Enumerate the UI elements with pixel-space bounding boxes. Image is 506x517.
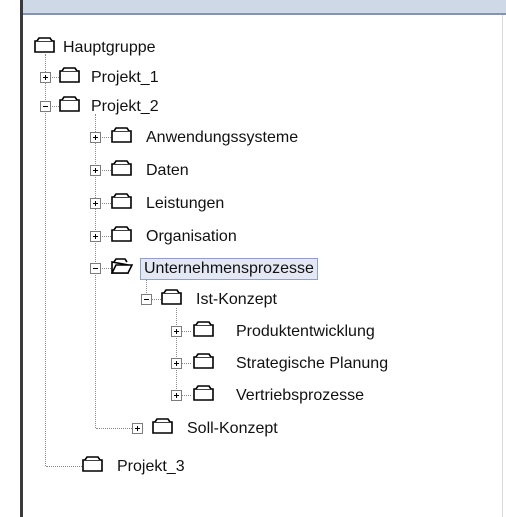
folder-closed-icon <box>59 96 80 112</box>
folder-closed-icon <box>193 385 214 401</box>
expand-plus-icon[interactable] <box>171 390 182 401</box>
folder-closed-icon <box>193 321 214 337</box>
folder-closed-icon <box>152 418 173 434</box>
tree-node-label: Projekt_3 <box>117 458 185 475</box>
expand-plus-icon[interactable] <box>132 423 143 434</box>
expand-plus-icon[interactable] <box>171 358 182 369</box>
folder-closed-icon <box>193 353 214 369</box>
expand-plus-icon[interactable] <box>90 198 101 209</box>
tree-node-label: Organisation <box>146 228 237 245</box>
tree-node-label: Ist-Konzept <box>196 291 277 308</box>
tree-line <box>176 308 177 395</box>
tree-node-strategische-planung[interactable]: Strategische Planung <box>193 348 483 378</box>
tree-node-label: Projekt_2 <box>91 98 159 115</box>
folder-closed-icon <box>111 226 132 242</box>
expand-plus-icon[interactable] <box>40 72 51 83</box>
expand-plus-icon[interactable] <box>90 165 101 176</box>
tree-node-organisation[interactable]: Organisation <box>111 221 311 251</box>
tree-node-label: Vertriebsprozesse <box>236 387 365 404</box>
collapse-minus-icon[interactable] <box>40 101 51 112</box>
tree-node-unternehmensprozesse[interactable]: Unternehmensprozesse <box>111 253 411 283</box>
tree-node-label: Anwendungssysteme <box>146 129 299 146</box>
expand-plus-icon[interactable] <box>90 231 101 242</box>
tree-node-produktentwicklung[interactable]: Produktentwicklung <box>193 316 473 346</box>
tree-node-label: Projekt_1 <box>91 69 159 86</box>
tree-node-label: Leistungen <box>146 195 225 212</box>
folder-closed-icon <box>111 160 132 176</box>
tree-line <box>96 428 132 429</box>
tree-node-projekt-2[interactable]: Projekt_2 <box>59 91 259 121</box>
folder-closed-icon <box>34 37 55 53</box>
folder-open-icon <box>111 258 133 274</box>
folder-closed-icon <box>161 289 182 305</box>
tree-node-label-selected: Unternehmensprozesse <box>140 258 318 280</box>
collapse-minus-icon[interactable] <box>141 294 152 305</box>
tree-node-vertriebsprozesse[interactable]: Vertriebsprozesse <box>193 380 473 410</box>
folder-closed-icon <box>82 456 103 472</box>
expand-plus-icon[interactable] <box>90 132 101 143</box>
folder-closed-icon <box>111 193 132 209</box>
tree-node-label: Hauptgruppe <box>63 39 156 56</box>
tree-line <box>46 466 82 467</box>
tree-node-ist-konzept[interactable]: Ist-Konzept <box>161 284 361 314</box>
tree-node-anwendungssysteme[interactable]: Anwendungssysteme <box>111 122 391 152</box>
tree-node-label: Produktentwicklung <box>236 323 375 340</box>
tree-node-label: Soll-Konzept <box>187 420 278 437</box>
tree-node-label: Daten <box>146 162 189 179</box>
tree-node-label: Strategische Planung <box>236 355 389 372</box>
tree-node-hauptgruppe[interactable]: Hauptgruppe <box>34 32 284 62</box>
tree-line <box>45 54 46 466</box>
tree-node-daten[interactable]: Daten <box>111 155 311 185</box>
tree-view: Hauptgruppe Projekt_1 Projekt_2 Anwendun… <box>0 0 506 517</box>
tree-node-leistungen[interactable]: Leistungen <box>111 188 311 218</box>
folder-closed-icon <box>59 67 80 83</box>
folder-closed-icon <box>111 127 132 143</box>
tree-node-soll-konzept[interactable]: Soll-Konzept <box>152 413 372 443</box>
expand-plus-icon[interactable] <box>171 326 182 337</box>
collapse-minus-icon[interactable] <box>90 263 101 274</box>
tree-node-projekt-1[interactable]: Projekt_1 <box>59 62 259 92</box>
tree-node-projekt-3[interactable]: Projekt_3 <box>82 451 282 481</box>
